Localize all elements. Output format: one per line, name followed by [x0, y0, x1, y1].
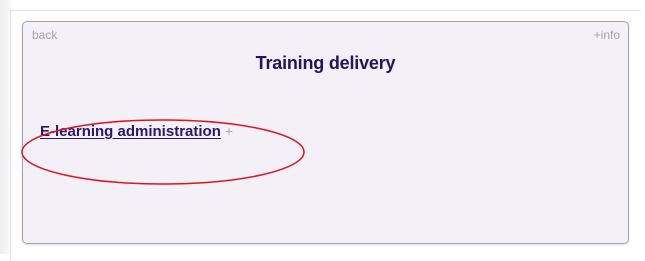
e-learning-administration-link[interactable]: E-learning administration [40, 123, 221, 140]
back-link[interactable]: back [32, 28, 57, 42]
expand-plus-icon[interactable]: + [225, 123, 233, 139]
panel-title: Training delivery [255, 53, 396, 73]
info-link[interactable]: +info [594, 28, 620, 42]
list-item-e-learning-administration: E-learning administration + [40, 122, 233, 141]
